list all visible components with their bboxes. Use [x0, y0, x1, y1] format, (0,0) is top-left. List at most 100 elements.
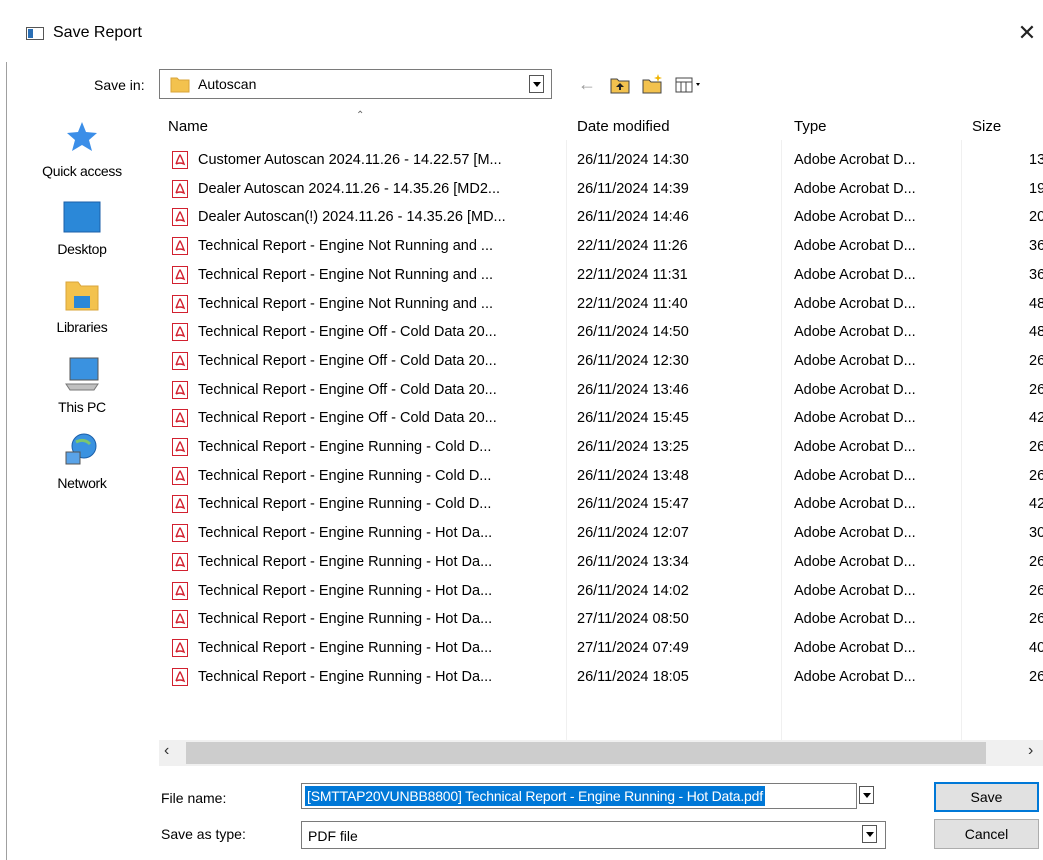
- file-date: 26/11/2024 14:39: [577, 181, 689, 197]
- file-name: Technical Report - Engine Running - Cold…: [198, 468, 492, 484]
- file-name: Technical Report - Engine Running - Cold…: [198, 439, 492, 455]
- pdf-file-icon: [172, 352, 188, 370]
- file-row[interactable]: Dealer Autoscan 2024.11.26 - 14.35.26 [M…: [0, 176, 1043, 204]
- view-menu-icon[interactable]: [675, 76, 705, 94]
- file-size: 13: [1029, 152, 1043, 168]
- file-type: Adobe Acrobat D...: [794, 468, 916, 484]
- file-date: 26/11/2024 15:47: [577, 496, 689, 512]
- file-row[interactable]: Technical Report - Engine Off - Cold Dat…: [0, 319, 1043, 347]
- file-type: Adobe Acrobat D...: [794, 353, 916, 369]
- file-row[interactable]: Technical Report - Engine Off - Cold Dat…: [0, 377, 1043, 405]
- file-row[interactable]: Technical Report - Engine Running - Hot …: [0, 578, 1043, 606]
- file-type: Adobe Acrobat D...: [794, 382, 916, 398]
- pdf-file-icon: [172, 323, 188, 341]
- cancel-button[interactable]: Cancel: [934, 819, 1039, 849]
- pdf-file-icon: [172, 639, 188, 657]
- title-bar: [0, 0, 1043, 62]
- pdf-file-icon: [172, 524, 188, 542]
- file-name: Technical Report - Engine Not Running an…: [198, 238, 494, 254]
- pdf-file-icon: [172, 438, 188, 456]
- file-date: 26/11/2024 13:46: [577, 382, 689, 398]
- pdf-file-icon: [172, 582, 188, 600]
- pdf-file-icon: [172, 151, 188, 169]
- file-size: 26: [1029, 353, 1043, 369]
- file-date: 26/11/2024 13:48: [577, 468, 689, 484]
- file-date: 26/11/2024 14:50: [577, 324, 689, 340]
- save-as-type-value: PDF file: [308, 828, 358, 844]
- pdf-file-icon: [172, 668, 188, 686]
- chevron-down-icon[interactable]: [859, 786, 874, 804]
- file-row[interactable]: Technical Report - Engine Off - Cold Dat…: [0, 405, 1043, 433]
- new-folder-icon[interactable]: [642, 74, 664, 94]
- file-size: 26: [1029, 611, 1043, 627]
- file-type: Adobe Acrobat D...: [794, 583, 916, 599]
- column-header-type[interactable]: Type: [794, 118, 827, 135]
- file-row[interactable]: Dealer Autoscan(!) 2024.11.26 - 14.35.26…: [0, 204, 1043, 232]
- chevron-down-icon[interactable]: [529, 75, 544, 93]
- save-as-type-dropdown[interactable]: PDF file: [301, 821, 886, 849]
- save-in-dropdown[interactable]: Autoscan: [159, 69, 552, 99]
- scrollbar-thumb[interactable]: [186, 742, 986, 764]
- file-type: Adobe Acrobat D...: [794, 439, 916, 455]
- file-name-field[interactable]: [SMTTAP20VUNBB8800] Technical Report - E…: [301, 783, 857, 809]
- file-row[interactable]: Technical Report - Engine Not Running an…: [0, 233, 1043, 261]
- close-button[interactable]: ✕: [1012, 15, 1042, 51]
- file-row[interactable]: Technical Report - Engine Running - Hot …: [0, 520, 1043, 548]
- file-size: 19: [1029, 181, 1043, 197]
- file-name: Technical Report - Engine Running - Hot …: [198, 525, 493, 541]
- file-date: 22/11/2024 11:26: [577, 238, 688, 254]
- pdf-file-icon: [172, 381, 188, 399]
- file-name: Technical Report - Engine Not Running an…: [198, 296, 494, 312]
- file-row[interactable]: Technical Report - Engine Running - Hot …: [0, 635, 1043, 663]
- pdf-file-icon: [172, 495, 188, 513]
- chevron-down-icon[interactable]: [862, 825, 877, 843]
- file-date: 27/11/2024 08:50: [577, 611, 689, 627]
- file-type: Adobe Acrobat D...: [794, 209, 916, 225]
- file-row[interactable]: Customer Autoscan 2024.11.26 - 14.22.57 …: [0, 147, 1043, 175]
- column-header-date[interactable]: Date modified: [577, 118, 670, 135]
- file-date: 26/11/2024 13:25: [577, 439, 689, 455]
- scroll-right-icon[interactable]: ›: [1028, 742, 1033, 760]
- file-row[interactable]: Technical Report - Engine Not Running an…: [0, 291, 1043, 319]
- file-size: 48: [1029, 296, 1043, 312]
- file-date: 26/11/2024 13:34: [577, 554, 689, 570]
- file-type: Adobe Acrobat D...: [794, 238, 916, 254]
- file-row[interactable]: Technical Report - Engine Running - Cold…: [0, 491, 1043, 519]
- pdf-file-icon: [172, 610, 188, 628]
- file-size: 48: [1029, 324, 1043, 340]
- file-name: Technical Report - Engine Off - Cold Dat…: [198, 324, 497, 340]
- save-button[interactable]: Save: [934, 782, 1039, 812]
- pdf-file-icon: [172, 409, 188, 427]
- pdf-file-icon: [172, 467, 188, 485]
- save-as-type-label: Save as type:: [161, 826, 246, 842]
- file-name-value[interactable]: [SMTTAP20VUNBB8800] Technical Report - E…: [305, 786, 765, 806]
- file-row[interactable]: Technical Report - Engine Running - Hot …: [0, 606, 1043, 634]
- file-size: 26: [1029, 583, 1043, 599]
- column-header-size[interactable]: Size: [972, 118, 1001, 135]
- file-row[interactable]: Technical Report - Engine Not Running an…: [0, 262, 1043, 290]
- scroll-left-icon[interactable]: ‹: [164, 742, 169, 760]
- file-name: Technical Report - Engine Off - Cold Dat…: [198, 353, 497, 369]
- file-row[interactable]: Technical Report - Engine Running - Cold…: [0, 434, 1043, 462]
- file-size: 26: [1029, 669, 1043, 685]
- back-arrow-icon[interactable]: ←: [578, 74, 596, 95]
- pdf-file-icon: [172, 180, 188, 198]
- file-name: Technical Report - Engine Running - Hot …: [198, 583, 493, 599]
- file-name: Technical Report - Engine Running - Hot …: [198, 611, 493, 627]
- up-folder-icon[interactable]: [610, 76, 630, 94]
- file-date: 27/11/2024 07:49: [577, 640, 689, 656]
- file-row[interactable]: Technical Report - Engine Running - Hot …: [0, 549, 1043, 577]
- file-date: 26/11/2024 14:02: [577, 583, 689, 599]
- file-type: Adobe Acrobat D...: [794, 640, 916, 656]
- pdf-file-icon: [172, 553, 188, 571]
- file-row[interactable]: Technical Report - Engine Off - Cold Dat…: [0, 348, 1043, 376]
- sort-ascending-icon: ⌃: [356, 110, 365, 121]
- file-type: Adobe Acrobat D...: [794, 152, 916, 168]
- file-row[interactable]: Technical Report - Engine Running - Hot …: [0, 664, 1043, 692]
- column-header-name[interactable]: Name: [168, 118, 208, 135]
- file-date: 26/11/2024 18:05: [577, 669, 689, 685]
- file-row[interactable]: Technical Report - Engine Running - Cold…: [0, 463, 1043, 491]
- file-type: Adobe Acrobat D...: [794, 267, 916, 283]
- file-name: Technical Report - Engine Running - Cold…: [198, 496, 492, 512]
- file-size: 26: [1029, 439, 1043, 455]
